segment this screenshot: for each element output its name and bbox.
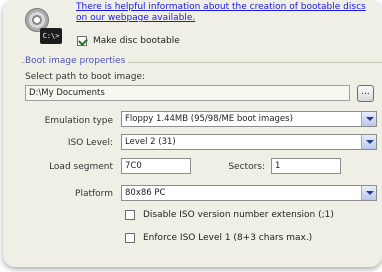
boot-settings-panel: C:\> There is helpful information about … (3, 0, 382, 267)
disable-iso-version-label: Disable ISO version number extension (;1… (143, 210, 334, 220)
boot-image-path-field[interactable]: D:\My Documents (25, 85, 350, 101)
iso-level-label: ISO Level: (67, 138, 113, 148)
chevron-down-icon (361, 135, 376, 149)
platform-value: 80x86 PC (125, 188, 166, 198)
command-prompt-icon: C:\> (40, 28, 62, 44)
enforce-iso-level-label: Enforce ISO Level 1 (8+3 chars max.) (143, 233, 313, 243)
emulation-type-select[interactable]: Floppy 1.44MB (95/98/ME boot images) (121, 111, 377, 127)
iso-level-value: Level 2 (31) (125, 137, 176, 147)
platform-select[interactable]: 80x86 PC (121, 185, 377, 201)
chevron-down-icon (361, 186, 376, 200)
make-bootable-label: Make disc bootable (93, 36, 180, 46)
sectors-label: Sectors: (228, 162, 265, 172)
emulation-type-value: Floppy 1.44MB (95/98/ME boot images) (125, 114, 293, 124)
group-title: Boot image properties (25, 56, 129, 66)
chevron-down-icon (361, 112, 376, 126)
help-link[interactable]: There is helpful information about the c… (76, 2, 376, 24)
platform-label: Platform (75, 189, 113, 199)
disable-iso-version-checkbox[interactable] (125, 210, 135, 220)
sectors-input[interactable]: 1 (271, 158, 341, 174)
make-bootable-checkbox[interactable] (77, 36, 87, 46)
emulation-type-label: Emulation type (44, 116, 113, 126)
load-segment-label: Load segment (49, 162, 113, 172)
iso-level-select[interactable]: Level 2 (31) (121, 134, 377, 150)
browse-button[interactable]: ... (357, 85, 374, 102)
enforce-iso-level-checkbox[interactable] (125, 233, 135, 243)
path-label: Select path to boot image: (25, 72, 146, 82)
load-segment-input[interactable]: 7C0 (121, 158, 191, 174)
